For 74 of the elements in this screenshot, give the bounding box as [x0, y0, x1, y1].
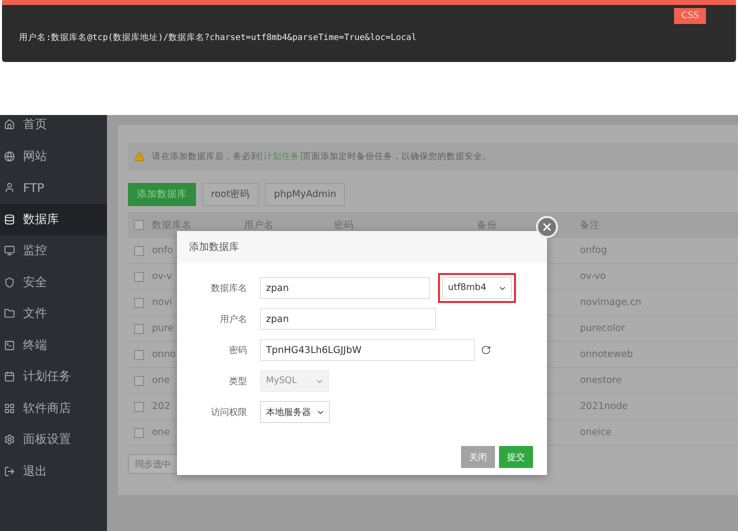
column-header: 备份	[477, 218, 497, 232]
checkbox[interactable]	[134, 272, 144, 282]
close-icon	[541, 221, 553, 233]
sidebar-item[interactable]: 面板设置	[0, 424, 107, 456]
sidebar-item[interactable]: 文件	[0, 298, 107, 330]
calendar-icon	[4, 371, 15, 382]
table-cell-text: novimage.cn	[580, 297, 642, 308]
shield-icon	[4, 276, 15, 288]
password-field[interactable]: TpnHG43Lh6LGJJbW	[260, 339, 475, 361]
checkbox[interactable]	[134, 298, 144, 308]
code-text: 用户名:数据库名@tcp(数据库地址)/数据库名?charset=utf8mb4&parseTime=True&loc=Local	[19, 33, 417, 43]
checkbox[interactable]	[134, 350, 144, 360]
folder-icon	[4, 308, 15, 320]
sidebar-item[interactable]: 数据库	[0, 204, 107, 235]
logout-icon	[4, 466, 15, 477]
dialog-title: 添加数据库	[189, 240, 239, 254]
input-field[interactable]: zpan	[260, 277, 430, 299]
toolbar-button[interactable]: root密码	[202, 183, 260, 206]
field-label: 访问权限	[210, 406, 247, 418]
monitor-icon	[4, 245, 15, 256]
checkbox[interactable]	[134, 428, 144, 438]
table-cell-text: onfog	[580, 245, 608, 256]
language-badge: CSS	[674, 8, 706, 24]
table-cell: 202	[152, 401, 170, 412]
column-header: 用户名	[244, 218, 275, 232]
sidebar-item[interactable]: 计划任务	[0, 361, 107, 392]
alert-text: 请在添加数据库后，务必到[计划任务]页面添加定时备份任务，以确保您的数据安全。	[152, 150, 492, 162]
table-cell: novi	[152, 297, 172, 308]
table-cell-text: onestore	[580, 375, 623, 386]
input-field[interactable]: zpan	[260, 308, 436, 330]
table-cell-text: onnoteweb	[580, 349, 634, 360]
terminal-icon	[4, 340, 15, 351]
database-icon	[4, 214, 15, 225]
sidebar-item[interactable]: 首页	[0, 115, 107, 140]
table-cell: pure	[152, 323, 174, 334]
home-icon	[4, 119, 15, 130]
user-icon	[4, 182, 15, 194]
table-cell: one	[152, 427, 170, 438]
table-cell: one	[152, 375, 170, 386]
table-cell-text: 2021node	[580, 401, 629, 412]
sidebar-item[interactable]: 监控	[0, 235, 107, 266]
table-cell: onno	[152, 349, 176, 360]
table-cell-text: oneice	[580, 427, 612, 438]
checkbox[interactable]	[134, 324, 144, 334]
checkbox[interactable]	[134, 246, 144, 256]
checkbox[interactable]	[134, 220, 144, 230]
field-label: 密码	[228, 344, 247, 356]
table-cell: onfo	[152, 245, 173, 256]
charset-select[interactable]: utf8mb4	[442, 277, 512, 299]
checkbox[interactable]	[134, 402, 144, 412]
table-cell-text: purecolor	[580, 323, 626, 334]
submit-button[interactable]: 提交	[499, 446, 533, 468]
sidebar-item[interactable]: 网站	[0, 140, 107, 172]
table-cell: ov-v	[152, 271, 172, 282]
sidebar-item[interactable]: 软件商店	[0, 392, 107, 424]
column-header: 备注	[580, 218, 601, 232]
sidebar-item[interactable]: 安全	[0, 266, 107, 298]
sidebar-item[interactable]: 退出	[0, 456, 107, 487]
settings-icon	[4, 434, 15, 446]
globe-icon	[4, 150, 15, 162]
field-label: 用户名	[219, 314, 247, 326]
column-header: 数据库名	[152, 218, 193, 232]
field-label: 类型	[228, 376, 247, 388]
grid-icon	[4, 402, 15, 414]
column-header: 密码	[334, 218, 355, 232]
checkbox[interactable]	[134, 376, 144, 386]
select-field[interactable]: 本地服务器	[260, 401, 330, 423]
toolbar-button[interactable]: phpMyAdmin	[265, 183, 346, 206]
warning-icon	[134, 151, 145, 162]
sidebar-item[interactable]: FTP	[0, 172, 107, 204]
refresh-icon[interactable]	[481, 345, 491, 355]
field-label: 数据库名	[210, 282, 247, 294]
table-cell-text: ov-vo	[580, 271, 607, 282]
sidebar-item[interactable]: 终端	[0, 330, 107, 361]
